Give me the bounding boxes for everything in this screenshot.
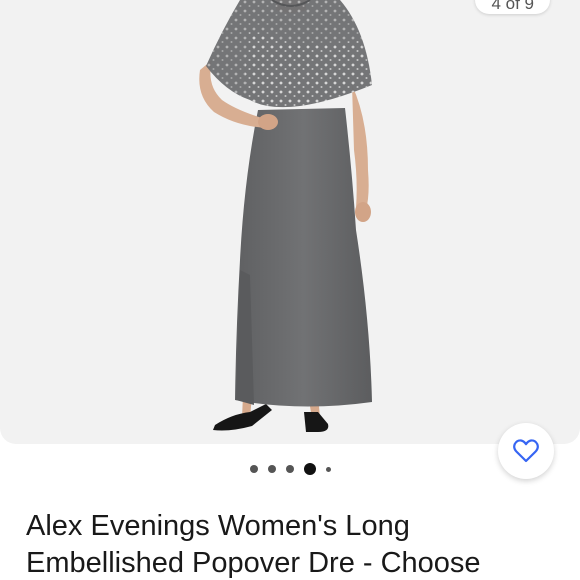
image-counter-badge: 4 of 9 xyxy=(475,0,550,14)
heart-icon xyxy=(513,439,539,463)
carousel-dot[interactable] xyxy=(249,465,258,473)
carousel-dot-active[interactable] xyxy=(303,463,316,475)
image-counter-text: 4 of 9 xyxy=(491,0,534,13)
product-title: Alex Evenings Women's Long Embellished P… xyxy=(26,510,481,579)
product-screen: 4 of 9 Alex Evenings Women's Long Embell… xyxy=(0,0,580,580)
product-image[interactable] xyxy=(0,0,580,444)
carousel-dot[interactable] xyxy=(325,466,331,472)
image-gallery[interactable]: 4 of 9 xyxy=(0,0,580,444)
carousel-dots xyxy=(0,463,580,475)
carousel-dot[interactable] xyxy=(285,465,294,473)
carousel-dot[interactable] xyxy=(267,465,276,473)
